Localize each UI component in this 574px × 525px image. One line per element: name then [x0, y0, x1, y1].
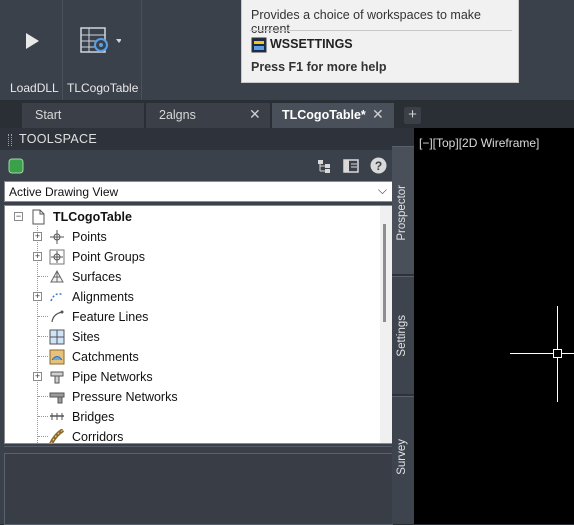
tree-connector: [38, 356, 48, 357]
expand-icon[interactable]: +: [33, 372, 42, 381]
tree-item-label: Alignments: [72, 290, 134, 304]
sites-icon: [49, 329, 65, 345]
corridors-icon: [49, 429, 65, 443]
tab-settings[interactable]: Settings: [392, 276, 414, 394]
toolspace-panel: TOOLSPACE ? Active Drawing View ⌵ − TLCo…: [0, 128, 414, 525]
expand-icon[interactable]: +: [33, 252, 42, 261]
load-dll-label: LoadDLL: [10, 81, 59, 95]
toolspace-title-bar[interactable]: TOOLSPACE: [0, 128, 392, 150]
table-gear-icon: [80, 27, 121, 53]
tree-item-label: Catchments: [72, 350, 139, 364]
tree-item-label: Pipe Networks: [72, 370, 153, 384]
play-icon: [26, 33, 39, 49]
pressure-networks-icon: [49, 392, 65, 404]
alignments-icon: [50, 293, 64, 302]
crosshair-horizontal: [510, 353, 574, 354]
tooltip-command: WSSETTINGS: [270, 37, 353, 51]
scrollbar-thumb[interactable]: [383, 224, 386, 322]
tree-item-feature-lines[interactable]: Feature Lines: [5, 307, 375, 327]
tree-item-catchments[interactable]: Catchments: [5, 347, 375, 367]
collapse-icon[interactable]: −: [14, 212, 23, 221]
layer-icon[interactable]: [8, 158, 24, 174]
tree-connector: [38, 336, 48, 337]
tree-item-alignments[interactable]: + Alignments: [5, 287, 375, 307]
tree-item-sites[interactable]: Sites: [5, 327, 375, 347]
tab-label: TLCogoTable*: [282, 108, 366, 122]
tlcogotable-button[interactable]: TLCogoTable: [63, 0, 141, 100]
tree-item-label: Corridors: [72, 430, 124, 444]
tree-connector: [38, 396, 48, 397]
tlcogotable-label: TLCogoTable: [67, 81, 139, 95]
close-icon[interactable]: ✕: [249, 106, 261, 123]
load-dll-button[interactable]: LoadDLL: [0, 0, 62, 100]
tree-connector: [38, 416, 48, 417]
tab-tlcogotable[interactable]: TLCogoTable* ✕: [272, 103, 394, 128]
tree-connector: [38, 436, 48, 437]
tab-label: Start: [35, 108, 62, 122]
expand-icon[interactable]: +: [33, 292, 42, 301]
plus-icon[interactable]: +: [404, 107, 421, 124]
tab-prospector[interactable]: Prospector: [392, 146, 414, 274]
tree-item-pipe-networks[interactable]: + Pipe Networks: [5, 367, 375, 387]
svg-text:?: ?: [375, 159, 382, 173]
catchments-icon: [49, 349, 65, 365]
crosshair-pickbox: [553, 349, 562, 358]
tree-connector: [38, 316, 48, 317]
tab-survey-label: Survey: [396, 439, 408, 475]
tree-item-point-groups[interactable]: + Point Groups: [5, 247, 375, 267]
tree-item-bridges[interactable]: Bridges: [5, 407, 375, 427]
tree-root-label: TLCogoTable: [53, 210, 132, 224]
tree-item-label: Point Groups: [72, 250, 145, 264]
tab-survey[interactable]: Survey: [392, 396, 414, 524]
feature-lines-icon: [51, 310, 64, 323]
tree-item-label: Sites: [72, 330, 100, 344]
tab-prospector-label: Prospector: [396, 185, 408, 241]
tree-item-corridors[interactable]: Corridors: [5, 427, 375, 444]
surfaces-icon: [50, 269, 64, 283]
tree-item-points[interactable]: + Points: [5, 227, 375, 247]
viewport-controls[interactable]: [−][Top][2D Wireframe]: [419, 136, 539, 150]
tooltip-divider: [250, 30, 512, 31]
toolspace-title: TOOLSPACE: [19, 132, 97, 146]
tree-item-label: Pressure Networks: [72, 390, 178, 404]
chevron-down-icon: ⌵: [377, 183, 387, 197]
drawing-viewport[interactable]: [−][Top][2D Wireframe]: [414, 128, 574, 524]
tooltip-description: Provides a choice of workspaces to make …: [251, 8, 481, 36]
tree-item-surfaces[interactable]: Surfaces: [5, 267, 375, 287]
tooltip-help: Press F1 for more help: [251, 60, 387, 74]
close-icon[interactable]: ✕: [372, 106, 384, 123]
tree-item-label: Surfaces: [72, 270, 122, 284]
points-icon: [50, 230, 64, 244]
item-view-icon[interactable]: [343, 158, 359, 174]
preview-area: [4, 453, 393, 525]
ribbon-separator: [141, 0, 142, 100]
command-tooltip: Provides a choice of workspaces to make …: [241, 0, 519, 83]
tree-view-icon[interactable]: [316, 158, 332, 174]
drawing-icon: [32, 209, 45, 225]
pipe-networks-icon: [50, 371, 64, 384]
workspace-icon: [251, 37, 267, 53]
tree-root[interactable]: − TLCogoTable: [5, 207, 375, 227]
tab-2algns[interactable]: 2algns ✕: [146, 103, 270, 128]
bridges-icon: [50, 413, 64, 420]
view-selector-value: Active Drawing View: [9, 185, 119, 199]
grip-icon[interactable]: [8, 134, 12, 146]
tree-item-label: Points: [72, 230, 107, 244]
tab-label: 2algns: [159, 108, 196, 122]
prospector-tree: − TLCogoTable + Points + Point Groups Surfac…: [4, 205, 393, 444]
tree-item-pressure-networks[interactable]: Pressure Networks: [5, 387, 375, 407]
tab-start[interactable]: Start: [22, 103, 144, 128]
expand-icon[interactable]: +: [33, 232, 42, 241]
tree-connector: [38, 276, 48, 277]
tree-item-label: Bridges: [72, 410, 115, 424]
document-tab-bar: Start 2algns ✕ TLCogoTable* ✕ +: [0, 100, 574, 128]
toolspace-bottom-pane: [4, 446, 393, 525]
view-selector-dropdown[interactable]: Active Drawing View ⌵: [4, 181, 393, 202]
tree-item-label: Feature Lines: [72, 310, 149, 324]
tab-settings-label: Settings: [396, 315, 408, 357]
point-groups-icon: [49, 249, 65, 265]
help-icon[interactable]: ?: [370, 157, 387, 174]
